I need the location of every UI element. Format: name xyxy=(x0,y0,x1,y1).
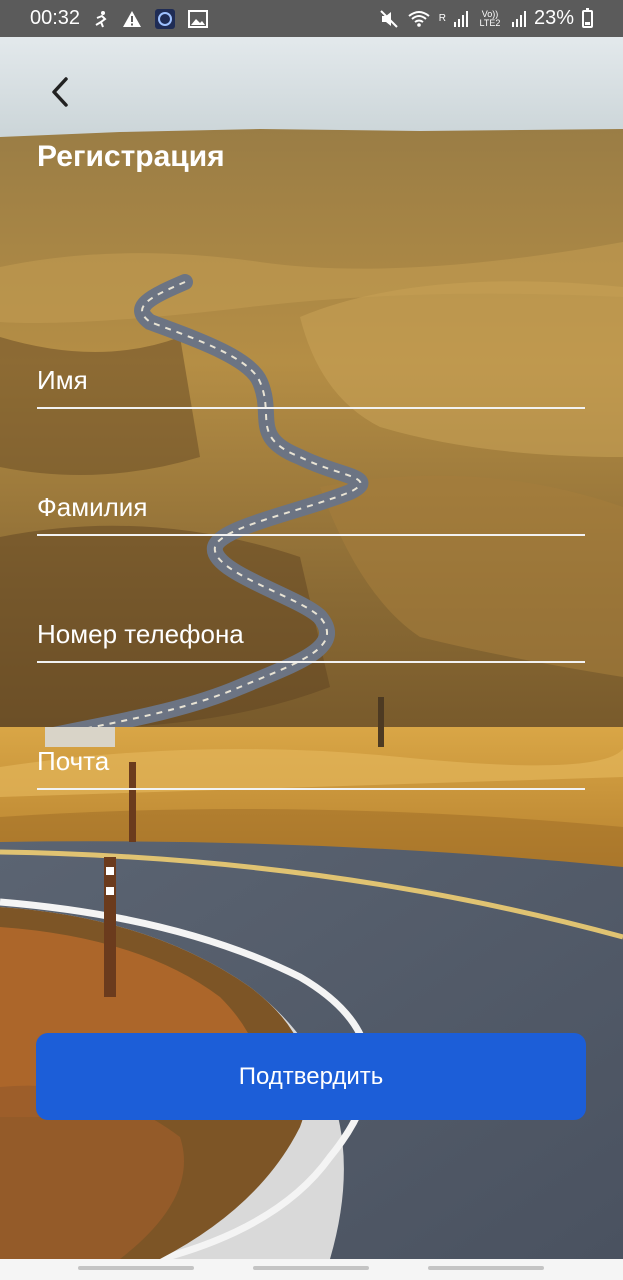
image-icon xyxy=(188,9,209,28)
phone-field[interactable] xyxy=(37,607,585,663)
first-name-input[interactable] xyxy=(37,353,585,407)
signal-icon xyxy=(453,10,468,28)
navigation-bar xyxy=(0,1259,623,1280)
signal-icon-2 xyxy=(511,10,526,28)
alert-icon xyxy=(122,10,142,28)
nav-home-handle[interactable] xyxy=(253,1266,369,1270)
last-name-input[interactable] xyxy=(37,480,585,534)
nav-recent-handle[interactable] xyxy=(78,1266,194,1270)
status-bar: 00:32 R Vo)) LTE2 23% xyxy=(0,0,623,37)
status-time: 00:32 xyxy=(30,7,81,29)
chevron-left-icon xyxy=(52,77,68,107)
signal-label-r: R xyxy=(438,13,446,24)
mute-icon xyxy=(379,9,399,29)
email-field[interactable] xyxy=(37,734,585,790)
person-run-icon xyxy=(92,10,110,28)
first-name-field[interactable] xyxy=(37,353,585,409)
page-title: Регистрация xyxy=(37,140,225,173)
last-name-field[interactable] xyxy=(37,480,585,536)
email-input[interactable] xyxy=(37,734,585,788)
submit-button[interactable]: Подтвердить xyxy=(36,1033,586,1120)
battery-percent: 23% xyxy=(533,7,574,29)
battery-icon xyxy=(582,7,593,28)
app-icon xyxy=(154,8,176,30)
signal-label-lte: Vo)) LTE2 xyxy=(479,8,501,28)
nav-back-handle[interactable] xyxy=(428,1266,544,1270)
back-button[interactable] xyxy=(38,70,82,114)
wifi-icon xyxy=(407,10,431,28)
phone-input[interactable] xyxy=(37,607,585,661)
